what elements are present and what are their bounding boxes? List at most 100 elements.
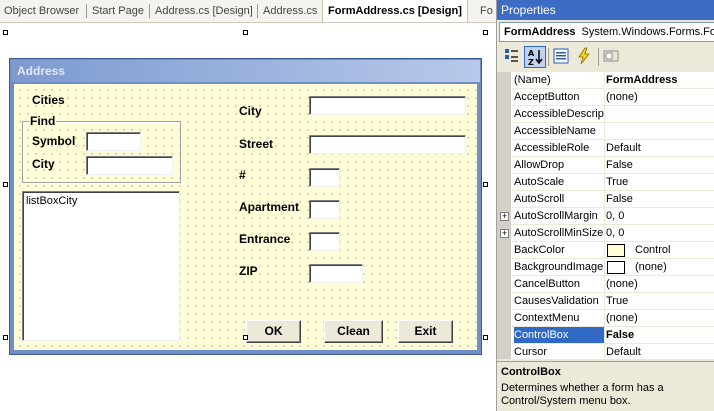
find-groupbox: Find Symbol City xyxy=(22,114,181,183)
property-name[interactable]: (Name) xyxy=(514,72,605,88)
column-divider xyxy=(604,276,605,293)
property-name[interactable]: AccessibleDescript xyxy=(514,106,605,122)
city-listbox[interactable]: listBoxCity xyxy=(22,191,180,341)
property-value[interactable]: (none) xyxy=(606,259,714,275)
property-row[interactable]: CausesValidation True xyxy=(497,293,714,310)
property-name[interactable]: Cursor xyxy=(514,344,605,359)
city-textbox[interactable] xyxy=(309,96,466,115)
property-value[interactable]: FormAddress xyxy=(606,72,714,88)
resize-handle[interactable] xyxy=(3,30,8,35)
property-value[interactable] xyxy=(606,106,714,122)
property-name[interactable]: AutoScrollMinSize xyxy=(514,225,605,241)
property-row[interactable]: ContextMenu (none) xyxy=(497,310,714,327)
events-lightning-icon[interactable] xyxy=(574,46,596,68)
property-name[interactable]: AutoScale xyxy=(514,174,605,190)
property-value[interactable]: (none) xyxy=(606,276,714,292)
street-textbox[interactable] xyxy=(309,135,466,154)
apartment-textbox[interactable] xyxy=(309,200,340,219)
property-value[interactable]: False xyxy=(606,327,714,343)
property-row[interactable]: + AutoScrollMinSize 0, 0 xyxy=(497,225,714,242)
property-row[interactable]: AutoScale True xyxy=(497,174,714,191)
property-row[interactable]: AccessibleDescript xyxy=(497,106,714,123)
property-name[interactable]: CancelButton xyxy=(514,276,605,292)
clean-button[interactable]: Clean xyxy=(324,320,383,343)
expand-icon[interactable]: + xyxy=(500,229,509,238)
resize-handle[interactable] xyxy=(3,335,8,340)
property-value[interactable]: False xyxy=(606,191,714,207)
property-value[interactable]: 0, 0 xyxy=(606,208,714,224)
property-row[interactable]: BackColor Control xyxy=(497,242,714,259)
property-row[interactable]: + AutoScrollMargin 0, 0 xyxy=(497,208,714,225)
resize-handle[interactable] xyxy=(243,30,248,35)
ok-button[interactable]: OK xyxy=(246,320,301,343)
expand-icon[interactable]: + xyxy=(500,212,509,221)
property-name[interactable]: CausesValidation xyxy=(514,293,605,309)
property-row[interactable]: CancelButton (none) xyxy=(497,276,714,293)
property-value[interactable]: False xyxy=(606,157,714,173)
property-pages-icon[interactable] xyxy=(601,46,623,68)
column-divider xyxy=(604,259,605,276)
property-row[interactable]: Cursor Default xyxy=(497,344,714,359)
property-value[interactable]: (none) xyxy=(606,310,714,326)
property-row[interactable]: AutoScroll False xyxy=(497,191,714,208)
number-label: # xyxy=(239,168,246,182)
resize-handle[interactable] xyxy=(3,182,8,187)
zip-textbox[interactable] xyxy=(309,264,363,283)
tab-formaddress-design[interactable]: FormAddress.cs [Design] xyxy=(322,0,468,22)
resize-handle[interactable] xyxy=(483,30,488,35)
object-selector[interactable]: FormAddress System.Windows.Forms.Fo xyxy=(499,22,714,42)
property-name[interactable]: AccessibleRole xyxy=(514,140,605,156)
property-row[interactable]: ControlBox False xyxy=(497,327,714,344)
property-row[interactable]: BackgroundImage (none) xyxy=(497,259,714,276)
symbol-label: Symbol xyxy=(32,134,76,148)
resize-handle[interactable] xyxy=(243,335,248,340)
property-name[interactable]: AutoScrollMargin xyxy=(514,208,605,224)
property-value[interactable]: Control xyxy=(606,242,714,258)
resize-handle[interactable] xyxy=(483,335,488,340)
property-value[interactable]: Default xyxy=(606,344,714,359)
properties-panel: Properties FormAddress System.Windows.For… xyxy=(496,0,714,411)
property-description: ControlBox Determines whether a form has… xyxy=(497,361,714,411)
properties-view-icon[interactable] xyxy=(551,46,573,68)
form-client-area[interactable]: Cities Find Symbol City listBoxCity City… xyxy=(14,84,477,350)
property-name[interactable]: ContextMenu xyxy=(514,310,605,326)
property-name[interactable]: ControlBox xyxy=(514,327,605,343)
property-value[interactable]: 0, 0 xyxy=(606,225,714,241)
property-name[interactable]: BackgroundImage xyxy=(514,259,605,275)
property-name[interactable]: AllowDrop xyxy=(514,157,605,173)
number-textbox[interactable] xyxy=(309,168,340,187)
property-value[interactable]: True xyxy=(606,293,714,309)
property-value[interactable]: True xyxy=(606,174,714,190)
property-value[interactable]: (none) xyxy=(606,89,714,105)
description-title: ControlBox xyxy=(501,366,561,378)
column-divider xyxy=(604,344,605,359)
entrance-textbox[interactable] xyxy=(309,232,340,251)
property-value[interactable]: Default xyxy=(606,140,714,156)
exit-button[interactable]: Exit xyxy=(398,320,453,343)
form-window[interactable]: Address Cities Find Symbol City listBoxC… xyxy=(9,58,482,355)
property-name[interactable]: BackColor xyxy=(514,242,605,258)
tab-address-code[interactable]: Address.cs xyxy=(263,0,317,22)
property-row[interactable]: AcceptButton (none) xyxy=(497,89,714,106)
property-row[interactable]: AccessibleName xyxy=(497,123,714,140)
alphabetical-sort-icon[interactable]: AZ xyxy=(524,46,546,68)
property-name[interactable]: AutoScroll xyxy=(514,191,605,207)
property-name[interactable]: AcceptButton xyxy=(514,89,605,105)
resize-handle[interactable] xyxy=(483,182,488,187)
property-row[interactable]: (Name) FormAddress xyxy=(497,72,714,89)
property-name[interactable]: AccessibleName xyxy=(514,123,605,139)
categorized-icon[interactable] xyxy=(501,46,523,68)
tab-formaddress-partial[interactable]: Fo xyxy=(480,0,493,22)
column-divider xyxy=(604,72,605,89)
tab-object-browser[interactable]: Object Browser xyxy=(4,0,79,22)
property-grid[interactable]: (Name) FormAddress AcceptButton (none) Acces… xyxy=(497,72,714,359)
find-city-textbox[interactable] xyxy=(86,156,173,175)
tab-address-design[interactable]: Address.cs [Design] xyxy=(155,0,253,22)
property-row[interactable]: AccessibleRole Default xyxy=(497,140,714,157)
property-row[interactable]: AllowDrop False xyxy=(497,157,714,174)
tab-start-page[interactable]: Start Page xyxy=(92,0,144,22)
symbol-textbox[interactable] xyxy=(86,132,141,151)
listbox-item[interactable]: listBoxCity xyxy=(26,195,77,207)
property-value[interactable] xyxy=(606,123,714,139)
svg-text:Z: Z xyxy=(528,58,534,67)
